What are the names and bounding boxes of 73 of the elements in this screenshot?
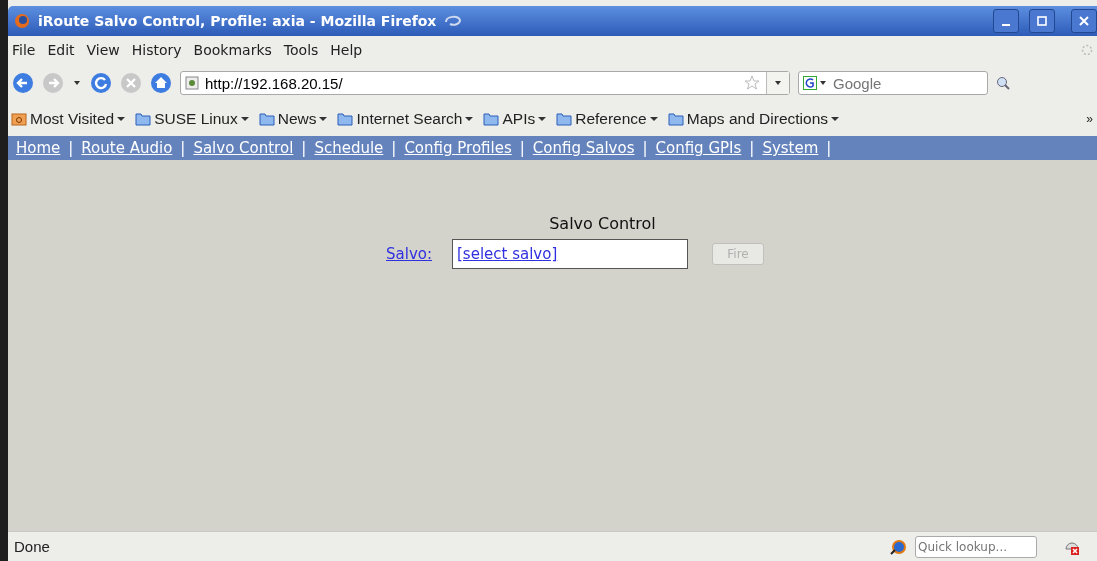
page-icon [185,76,199,90]
caret-icon [319,116,328,122]
folder-icon [135,112,152,126]
search-input[interactable]: Google [833,74,973,92]
search-box[interactable]: Google [798,71,988,95]
separator: | [301,139,307,157]
status-text: Done [14,538,50,555]
nav-link[interactable]: Home [16,139,61,157]
close-button[interactable] [1071,9,1097,33]
star-icon[interactable] [744,75,760,91]
minimize-icon [1002,24,1010,26]
bookmark-menu[interactable]: SUSE Linux [135,110,249,128]
salvo-select[interactable]: [select salvo] [452,239,688,269]
menu-item[interactable]: History [131,42,182,58]
page-heading: Salvo Control [549,214,656,233]
caret-icon [240,116,249,122]
menu-item[interactable]: Bookmarks [193,42,272,58]
google-icon[interactable] [803,76,829,90]
menu-item[interactable]: Edit [47,42,75,58]
close-icon [1079,16,1089,26]
menu-item[interactable]: Tools [283,42,319,58]
dictionary-icon[interactable] [889,537,907,556]
nav-link[interactable]: Schedule [314,139,384,157]
caret-icon [831,116,839,122]
lookup-field[interactable]: Quick lookup... [915,535,1037,558]
throbber-icon [1081,44,1093,56]
chameleon-icon [444,14,463,28]
caret-icon [649,116,658,122]
salvo-value: [select salvo] [457,245,558,263]
overflow-chevron[interactable]: » [1086,112,1093,126]
folder-icon [483,112,500,126]
firefox-icon [14,13,30,29]
separator: | [749,139,755,157]
maximize-button[interactable] [1029,9,1055,33]
bookmark-menu[interactable]: Maps and Directions [667,110,839,128]
reload-icon[interactable] [90,72,112,94]
nav-link[interactable]: Config Profiles [404,139,512,157]
folder-icon [556,112,573,126]
window-title: iRoute Salvo Control, Profile: axia - Mozilla Firefox [38,13,437,29]
back-icon[interactable] [12,72,34,94]
minimize-button[interactable] [993,9,1019,33]
separator: | [180,139,186,157]
smart-folder-icon [11,112,27,126]
nav-link[interactable]: Route Audio [81,139,173,157]
separator: | [68,139,74,157]
url-dropdown-button[interactable] [766,72,789,94]
nav-link[interactable]: Config GPIs [655,139,742,157]
separator: | [391,139,397,157]
bookmark-menu[interactable]: News [258,110,328,128]
caret-icon [538,116,547,122]
address-field[interactable]: http://192.168.20.15/ [180,71,790,95]
separator: | [519,139,525,157]
bookmark-menu[interactable]: Internet Search [337,110,474,128]
nav-link[interactable]: System [762,139,819,157]
salvo-link[interactable]: Salvo: [386,245,432,263]
caret-icon [465,116,474,122]
nav-link[interactable]: Config Salvos [532,139,635,157]
folder-icon [258,112,275,126]
folder-icon [667,112,684,126]
caret-icon [117,116,126,122]
bookmark-menu[interactable]: Most Visited [11,110,126,128]
search-icon[interactable] [996,76,1010,90]
separator: | [826,139,832,157]
maximize-icon [1037,16,1047,26]
home-icon[interactable] [150,72,172,94]
separator: | [642,139,648,157]
nav-link[interactable]: Salvo Control [193,139,294,157]
menu-item[interactable]: View [86,42,120,58]
bookmark-menu[interactable]: Reference [556,110,658,128]
bookmark-menu[interactable]: APIs [483,110,547,128]
folder-icon [337,112,354,126]
menu-item[interactable]: Help [330,42,363,58]
menu-item[interactable]: File [12,42,36,58]
